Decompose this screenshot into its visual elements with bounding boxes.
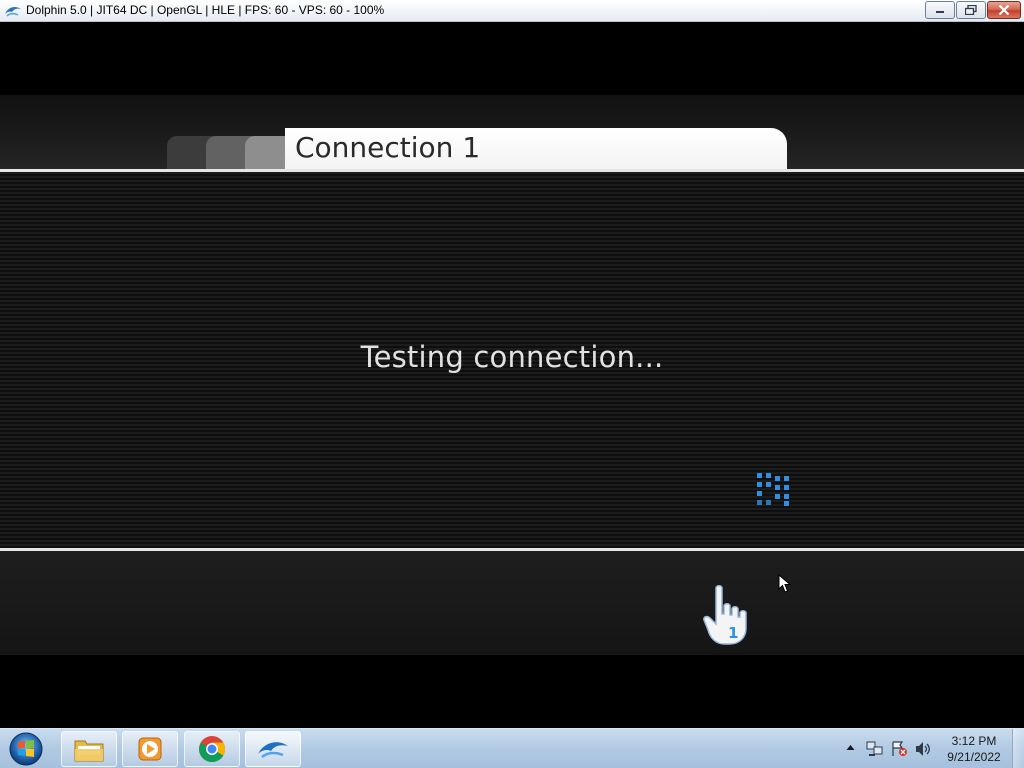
chrome-icon [198,736,226,763]
wii-pointer-hand-icon[interactable]: 1 [702,584,752,646]
minimize-button[interactable] [925,1,955,19]
taskbar-chrome-button[interactable] [184,731,240,767]
volume-icon[interactable] [914,741,932,757]
taskbar-media-player-button[interactable] [122,731,178,767]
restore-icon [965,5,977,15]
desktop-screen: Dolphin 5.0 | JIT64 DC | OpenGL | HLE | … [0,0,1024,768]
player-number: 1 [728,624,738,642]
show-hidden-icons-arrow-icon[interactable] [846,744,855,751]
connection-tab-active[interactable]: Connection 1 [285,128,787,169]
clock-time: 3:12 PM [951,734,997,748]
taskbar-clock[interactable]: 3:12 PM 9/21/2022 [936,733,1012,765]
window-title: Dolphin 5.0 | JIT64 DC | OpenGL | HLE | … [26,3,385,17]
folder-icon [74,740,104,762]
dolphin-icon [5,6,21,17]
minimize-icon [936,11,944,13]
status-panel: Testing connection... [0,172,1024,548]
window-title-bar[interactable]: Dolphin 5.0 | JIT64 DC | OpenGL | HLE | … [0,0,1024,22]
close-button[interactable] [987,1,1021,19]
loading-spinner-icon [757,473,789,506]
windows-start-orb-icon[interactable] [6,731,46,767]
clock-date: 9/21/2022 [947,750,1001,764]
network-icon[interactable] [866,741,884,757]
game-viewport[interactable]: Connection 1 Testing connection... 1 [0,22,1024,728]
taskbar: 3:12 PM 9/21/2022 [0,728,1024,768]
taskbar-explorer-button[interactable] [61,731,117,767]
action-center-icon[interactable] [890,741,908,757]
status-message: Testing connection... [360,340,664,374]
mouse-cursor-icon [778,574,792,593]
media-player-icon [138,737,162,761]
footer-band [0,551,1024,655]
dolphin-icon [258,742,288,759]
show-desktop-button[interactable] [1012,729,1024,768]
close-icon [998,5,1010,15]
restore-button[interactable] [956,1,986,19]
taskbar-dolphin-button[interactable] [245,731,301,767]
